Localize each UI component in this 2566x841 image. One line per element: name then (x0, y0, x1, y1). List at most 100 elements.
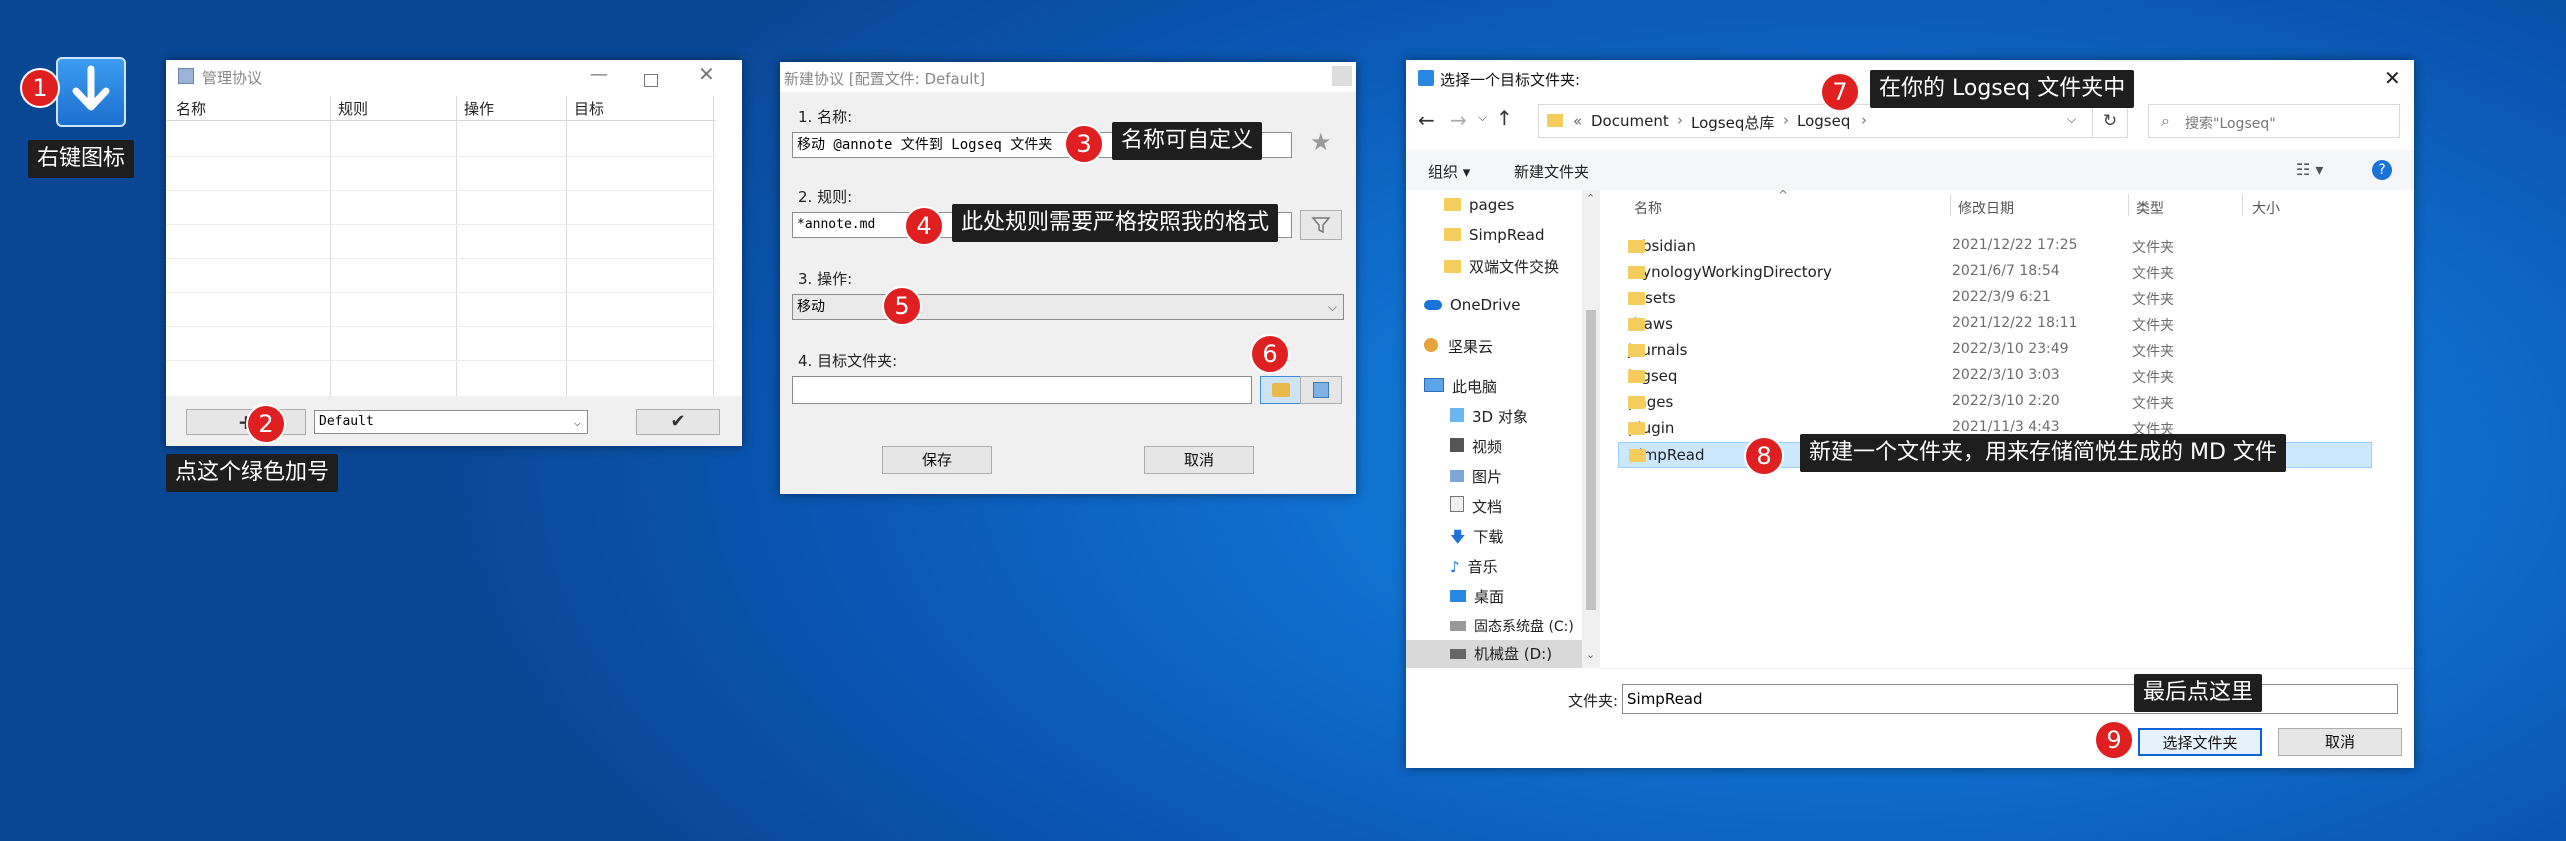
refresh-button[interactable]: ↻ (2092, 104, 2128, 138)
tip-right-click-icon: 右键图标 (28, 140, 135, 178)
forward-arrow-icon[interactable]: → (1450, 108, 1467, 132)
folder-icon (1628, 370, 1645, 383)
organize-menu[interactable]: 组织 ▾ (1428, 161, 1470, 182)
nav-scrollbar[interactable]: ⌃ ⌄ (1582, 190, 1600, 668)
nav-scroll-thumb[interactable] (1586, 310, 1596, 610)
tip-click-green-plus: 点这个绿色加号 (166, 454, 339, 492)
close-icon[interactable] (1332, 66, 1352, 86)
confirm-button[interactable]: ✔ (636, 409, 720, 435)
select-folder-button[interactable]: 选择文件夹 (2138, 728, 2262, 756)
help-icon[interactable]: ? (2372, 160, 2392, 180)
manage-window-titlebar[interactable]: 管理协议 — ✕ (166, 60, 742, 92)
new-folder-button[interactable]: 新建文件夹 (1514, 161, 1589, 182)
drive-icon (1450, 649, 1466, 659)
navigation-pane: pages SimpRead 双端文件交换 OneDrive 坚果云 此电脑 3… (1406, 190, 1600, 668)
new-window-title: 新建协议 [配置文件: Default] (784, 70, 986, 88)
nav-dual-exchange[interactable]: 双端文件交换 (1444, 256, 1559, 277)
nav-documents[interactable]: 文档 (1450, 496, 1502, 517)
col-name[interactable]: 名称 (1634, 198, 1662, 218)
breadcrumb-logseq-lib[interactable]: Logseq总库 (1691, 112, 1774, 133)
nav-simpread[interactable]: SimpRead (1444, 226, 1545, 244)
minimize-icon[interactable]: — (590, 64, 608, 85)
maximize-icon[interactable] (644, 74, 658, 87)
nav-onedrive[interactable]: OneDrive (1424, 296, 1521, 314)
scroll-down-icon[interactable]: ⌄ (1586, 648, 1595, 661)
file-row[interactable]: logseq 2022/3/10 3:03 文件夹 (1618, 364, 2372, 390)
file-row[interactable]: pages 2022/3/10 2:20 文件夹 (1618, 390, 2372, 416)
breadcrumb-document[interactable]: Document (1591, 112, 1669, 130)
search-box[interactable]: ⌕ 搜索"Logseq" (2148, 104, 2400, 138)
scroll-up-icon[interactable]: ⌃ (1586, 192, 1595, 205)
desktop-app-icon[interactable] (56, 57, 126, 127)
music-icon: ♪ (1450, 558, 1460, 576)
filter-button[interactable] (1300, 210, 1342, 240)
file-row[interactable]: .obsidian 2021/12/22 17:25 文件夹 (1618, 234, 2372, 260)
nav-drive-d[interactable]: 机械盘 (D:) (1406, 640, 1582, 668)
nav-music[interactable]: ♪ 音乐 (1450, 556, 1498, 577)
action-select[interactable]: 移动 ⌵ (792, 294, 1344, 320)
nav-jianguoyun[interactable]: 坚果云 (1424, 336, 1493, 357)
nav-desktop[interactable]: 桌面 (1450, 586, 1504, 607)
file-row[interactable]: .SynologyWorkingDirectory 2021/6/7 18:54 文… (1618, 260, 2372, 286)
step-badge-1: 1 (20, 68, 60, 108)
folder-icon (1444, 198, 1461, 211)
close-icon[interactable]: ✕ (2384, 66, 2401, 90)
nav-3d-objects[interactable]: 3D 对象 (1450, 406, 1528, 427)
folder-icon (1444, 260, 1461, 273)
nav-pictures[interactable]: 图片 (1450, 466, 1502, 487)
picture-icon (1450, 470, 1464, 482)
search-placeholder: 搜索"Logseq" (2185, 116, 2276, 132)
tip-finally-click-here: 最后点这里 (2134, 674, 2263, 712)
folder-dialog-title: 选择一个目标文件夹: (1440, 71, 1581, 89)
tip-rule-format: 此处规则需要严格按照我的格式 (952, 204, 1279, 242)
nav-downloads[interactable]: 🡇 下载 (1450, 526, 1503, 552)
folder-name-input[interactable]: SimpRead (1622, 684, 2398, 714)
chevron-down-icon[interactable]: ⌵ (2067, 112, 2076, 127)
file-date: 2021/12/22 17:25 (1952, 237, 2078, 253)
nav-drive-c[interactable]: 固态系统盘 (C:) (1450, 616, 1574, 636)
folder-icon (1444, 228, 1461, 241)
file-row[interactable]: assets 2022/3/9 6:21 文件夹 (1618, 286, 2372, 312)
breadcrumb-logseq[interactable]: Logseq (1797, 112, 1850, 130)
col-size[interactable]: 大小 (2252, 198, 2280, 218)
dialog-cancel-button[interactable]: 取消 (2278, 728, 2402, 756)
folder-icon (1628, 396, 1645, 409)
save-button[interactable]: 保存 (882, 446, 992, 474)
up-arrow-icon[interactable]: ↑ (1496, 106, 1513, 130)
col-date[interactable]: 修改日期 (1958, 198, 2014, 218)
profile-select[interactable]: Default ⌵ (314, 410, 588, 434)
file-row[interactable]: journals 2022/3/10 23:49 文件夹 (1618, 338, 2372, 364)
refresh-icon: ↻ (2102, 111, 2118, 131)
file-date: 2021/12/22 18:11 (1952, 315, 2078, 331)
desktop-icon (1450, 590, 1466, 602)
file-date: 2022/3/10 2:20 (1952, 393, 2060, 409)
open-location-button[interactable] (1300, 376, 1342, 404)
chevron-down-icon: ⌵ (1327, 300, 1337, 314)
recent-chevron-icon[interactable]: ⌵ (1478, 110, 1487, 125)
col-name[interactable]: 名称 (176, 98, 206, 119)
back-arrow-icon[interactable]: ← (1418, 108, 1435, 132)
nav-this-pc[interactable]: 此电脑 (1424, 376, 1497, 397)
view-options-icon[interactable]: ☷ ▾ (2296, 160, 2323, 179)
close-icon[interactable]: ✕ (698, 62, 715, 86)
chevron-down-icon: ⌵ (573, 415, 581, 429)
star-icon[interactable]: ★ (1310, 128, 1332, 156)
col-type[interactable]: 类型 (2136, 198, 2164, 218)
col-action[interactable]: 操作 (464, 98, 494, 119)
cancel-button[interactable]: 取消 (1144, 446, 1254, 474)
nav-videos[interactable]: 视频 (1450, 436, 1502, 457)
file-type: 文件夹 (2132, 292, 2174, 308)
target-folder-input[interactable] (792, 376, 1252, 404)
col-target[interactable]: 目标 (574, 98, 604, 119)
browse-folder-button[interactable] (1260, 376, 1302, 404)
step-badge-2: 2 (246, 404, 286, 444)
file-row[interactable]: draws 2021/12/22 18:11 文件夹 (1618, 312, 2372, 338)
protocol-table-header: 名称 规则 操作 目标 (166, 96, 716, 120)
new-window-titlebar[interactable]: 新建协议 [配置文件: Default] (780, 62, 1356, 92)
nav-pages[interactable]: pages (1444, 196, 1514, 214)
col-rule[interactable]: 规则 (338, 98, 368, 119)
manage-window-title: 管理协议 (202, 69, 263, 87)
tip-in-logseq-folder: 在你的 Logseq 文件夹中 (1870, 70, 2135, 108)
file-date: 2021/11/3 4:43 (1952, 419, 2060, 435)
folder-icon (1628, 422, 1645, 435)
